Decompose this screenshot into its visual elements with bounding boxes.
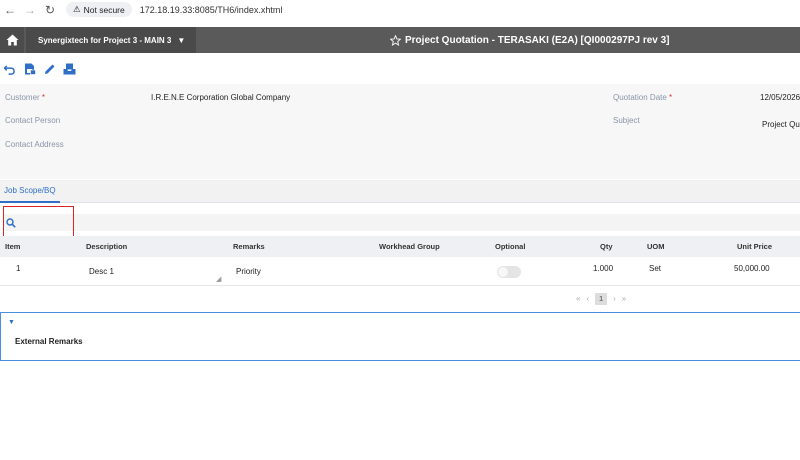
quotation-header-form: Customer * I.R.E.N.E Corporation Global … xyxy=(0,84,800,179)
column-header-optional[interactable]: Optional xyxy=(495,236,525,257)
contact-person-label: Contact Person xyxy=(5,116,61,125)
cell-uom[interactable]: Set xyxy=(649,257,661,279)
table-search-bar[interactable] xyxy=(3,214,800,231)
prev-page-button[interactable]: ‹ xyxy=(586,294,589,303)
toolbar xyxy=(0,60,76,78)
cell-optional xyxy=(497,257,521,286)
page-number-current[interactable]: 1 xyxy=(595,292,608,305)
save-button[interactable] xyxy=(23,63,36,76)
cell-description[interactable]: Desc 1 xyxy=(89,257,114,286)
external-remarks-title: External Remarks xyxy=(15,337,83,346)
security-chip[interactable]: ⚠ Not secure xyxy=(66,2,132,17)
column-header-item[interactable]: Item xyxy=(5,236,20,257)
submit-button[interactable] xyxy=(63,63,76,76)
page-title: Project Quotation - TERASAKI (E2A) [QI00… xyxy=(390,27,670,53)
paginator: « ‹ 1 › » xyxy=(576,292,626,305)
table-header: Item Description Remarks Workhead Group … xyxy=(0,236,800,257)
column-header-remarks[interactable]: Remarks xyxy=(233,236,265,257)
table-row[interactable]: 1 Desc 1 ◢ Priority 1.000 Set 50,000.00 xyxy=(0,257,800,286)
tab-job-scope-bq[interactable]: Job Scope/BQ xyxy=(0,180,60,203)
cell-item: 1 xyxy=(16,263,21,273)
address-bar[interactable]: ⚠ Not secure 172.18.19.33:8085/TH6/index… xyxy=(66,1,282,18)
customer-value[interactable]: I.R.E.N.E Corporation Global Company xyxy=(151,93,290,102)
cell-unit-price[interactable]: 50,000.00 xyxy=(734,257,770,279)
column-header-qty[interactable]: Qty xyxy=(600,236,613,257)
cell-remarks[interactable]: Priority xyxy=(236,257,261,286)
app-header: Synergixtech for Project 3 - MAIN 3 ▼ Pr… xyxy=(0,27,800,53)
browser-bar: ← → ↻ ⚠ Not secure 172.18.19.33:8085/TH6… xyxy=(0,0,800,19)
inbox-tray-icon xyxy=(63,63,76,75)
arrow-right-icon[interactable]: → xyxy=(20,0,40,19)
column-header-description[interactable]: Description xyxy=(86,236,127,257)
collapse-toggle-icon[interactable]: ▼ xyxy=(8,319,15,326)
highlight-box xyxy=(3,206,74,237)
subject-value[interactable]: Project Qu xyxy=(762,120,800,129)
column-header-workhead-group[interactable]: Workhead Group xyxy=(379,236,440,257)
project-name: Synergixtech for Project 3 - MAIN 3 xyxy=(38,35,172,45)
chevron-down-icon: ▼ xyxy=(177,35,186,45)
resize-handle-icon[interactable]: ◢ xyxy=(216,275,221,283)
customer-label: Customer * xyxy=(5,93,46,102)
home-button[interactable] xyxy=(0,27,24,53)
next-page-button[interactable]: › xyxy=(613,294,616,303)
quotation-date-value[interactable]: 12/05/2026 xyxy=(760,93,800,102)
quotation-date-label: Quotation Date * xyxy=(613,93,673,102)
project-selector[interactable]: Synergixtech for Project 3 - MAIN 3 ▼ xyxy=(26,27,196,53)
undo-button[interactable] xyxy=(3,63,16,76)
star-icon[interactable] xyxy=(390,34,401,46)
column-header-unit-price[interactable]: Unit Price xyxy=(737,236,772,257)
save-document-icon xyxy=(24,63,36,75)
cell-qty[interactable]: 1.000 xyxy=(593,257,613,279)
column-header-uom[interactable]: UOM xyxy=(647,236,665,257)
subject-label: Subject xyxy=(613,116,640,125)
home-icon xyxy=(6,34,18,46)
warning-icon: ⚠ xyxy=(73,4,81,14)
first-page-button[interactable]: « xyxy=(576,294,580,303)
url-text[interactable]: 172.18.19.33:8085/TH6/index.xhtml xyxy=(140,5,283,15)
optional-toggle[interactable] xyxy=(497,265,521,278)
edit-button[interactable] xyxy=(43,63,56,76)
reload-icon[interactable]: ↻ xyxy=(40,0,60,19)
security-label: Not secure xyxy=(83,4,125,15)
arrow-left-icon[interactable]: ← xyxy=(0,0,20,19)
last-page-button[interactable]: » xyxy=(622,294,626,303)
external-remarks-panel: ▼ External Remarks xyxy=(0,312,800,361)
pencil-icon xyxy=(44,64,54,74)
page-title-text: Project Quotation - TERASAKI (E2A) [QI00… xyxy=(405,34,670,46)
undo-icon xyxy=(4,64,15,75)
contact-address-label: Contact Address xyxy=(5,140,64,149)
tab-strip: Job Scope/BQ xyxy=(0,180,800,203)
